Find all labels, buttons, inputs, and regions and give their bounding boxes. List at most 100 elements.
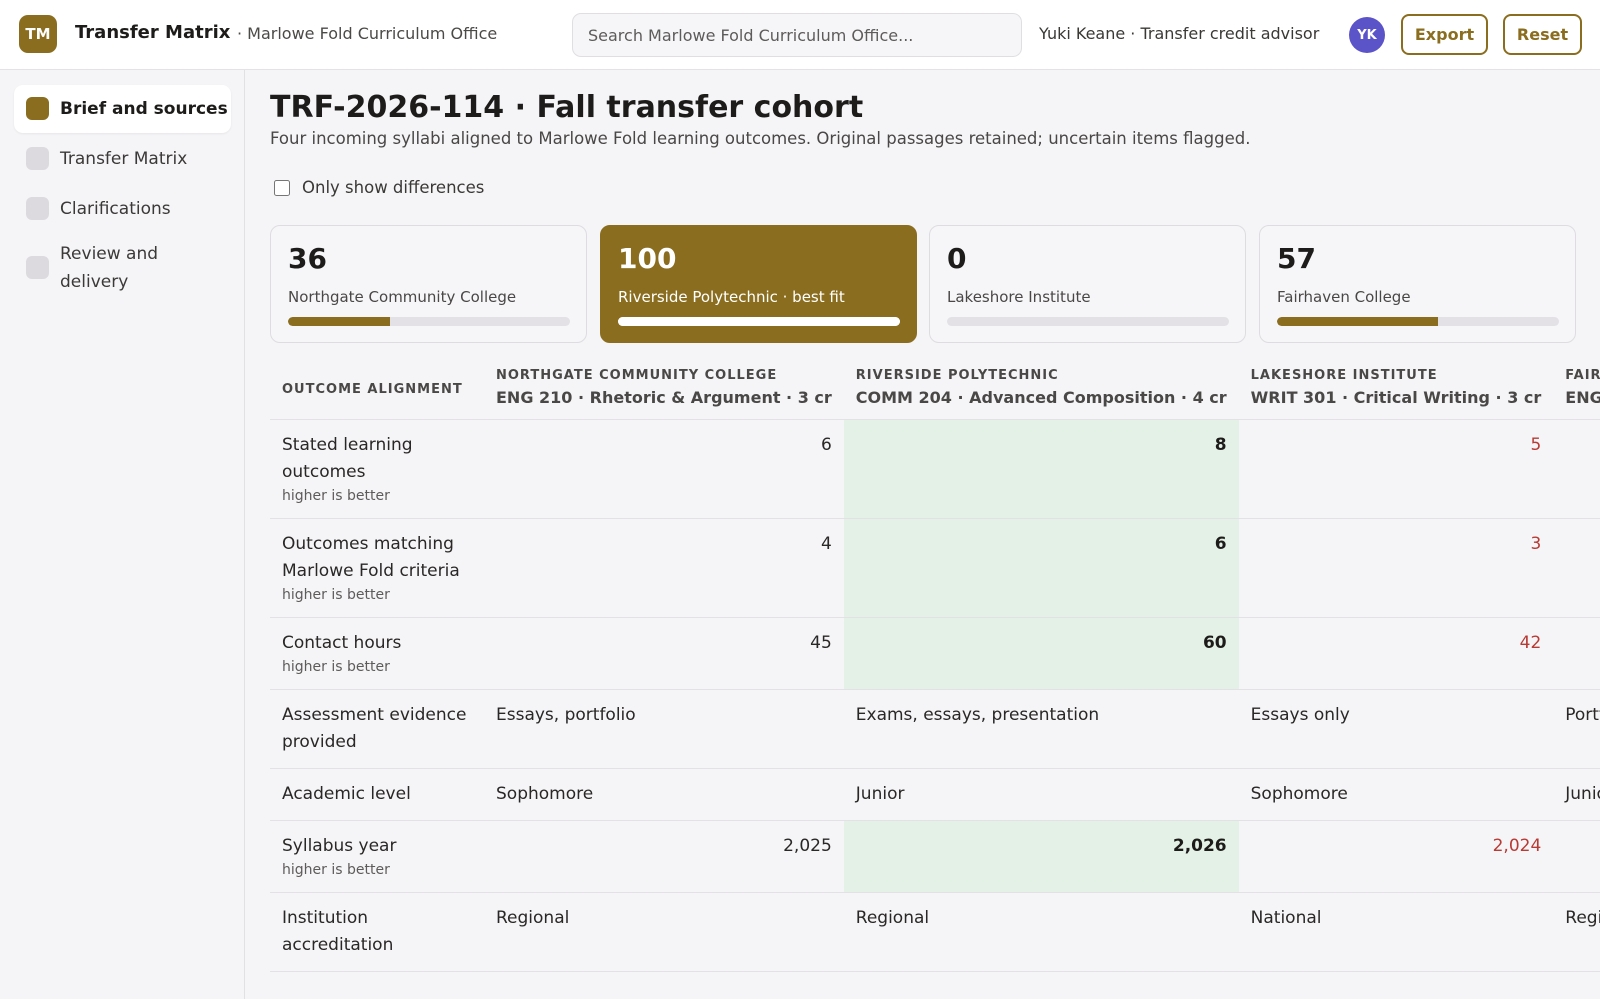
score-bar-fill [618,317,900,326]
sidebar-item-transfer-matrix[interactable]: Transfer Matrix [14,135,231,183]
score-card-best[interactable]: 100 Riverside Polytechnic · best fit [600,225,917,343]
score-card[interactable]: 57 Fairhaven College [1259,225,1576,343]
table-cell: Essays, portfolio [484,689,844,769]
institution-name: RIVERSIDE POLYTECHNIC [855,368,1059,383]
row-label-cell: Stated learning outcomes higher is better [270,419,484,519]
score-card[interactable]: 36 Northgate Community College [270,225,587,343]
table-cell: 45 [484,617,844,690]
table-header-row: OUTCOME ALIGNMENT NORTHGATE COMMUNITY CO… [270,356,1600,420]
table-cell-low: 42 [1238,617,1554,690]
table-row: Assessment evidence provided Essays, por… [270,689,1600,769]
column-header: FAIRH ENGL [1553,356,1600,420]
score-bar-fill [288,317,390,326]
row-header-label: OUTCOME ALIGNMENT [270,356,484,420]
table-cell: Sophomore [1238,768,1554,821]
score-value: 0 [947,242,967,275]
table-cell: Regio [1553,892,1600,972]
table-cell-low: 2,024 [1238,820,1554,893]
table-row: Academic level Sophomore Junior Sophomor… [270,768,1600,821]
table-cell-best: 60 [843,617,1239,690]
score-card[interactable]: 0 Lakeshore Institute [929,225,1246,343]
table-cell: 4 [484,518,844,618]
row-hint: higher is better [282,659,390,675]
course-name: ENGL [1565,388,1600,407]
table-cell [1553,820,1600,893]
column-header: LAKESHORE INSTITUTE WRIT 301 · Critical … [1238,356,1554,420]
search-input[interactable] [572,13,1022,57]
row-hint: higher is better [282,862,390,878]
sidebar-item-brief[interactable]: Brief and sources [14,85,231,133]
column-header: NORTHGATE COMMUNITY COLLEGE ENG 210 · Rh… [484,356,844,420]
row-label-cell: Institution accreditation [270,892,484,972]
step-marker-icon [26,147,49,170]
step-marker-icon [26,97,49,120]
page-subtitle: Four incoming syllabi aligned to Marlowe… [270,129,1251,148]
course-name: ENG 210 · Rhetoric & Argument · 3 cr [496,388,832,407]
table-cell-low: 5 [1238,419,1554,519]
table-cell: Regional [843,892,1239,972]
table-cell-best: 8 [843,419,1239,519]
institution-name: FAIRH [1565,368,1600,383]
score-bar [288,317,570,326]
table-cell [1553,617,1600,690]
table-cell: National [1238,892,1554,972]
table-cell: Exams, essays, presentation [843,689,1239,769]
row-hint: higher is better [282,587,390,603]
table-row: Stated learning outcomes higher is better… [270,419,1600,519]
score-institution: Northgate Community College [288,288,517,306]
table-cell: Regional [484,892,844,972]
row-label-cell: Academic level [270,768,484,821]
page-title: TRF-2026-114 · Fall transfer cohort [270,90,864,125]
institution-name: NORTHGATE COMMUNITY COLLEGE [496,368,778,383]
table-cell [1553,518,1600,618]
only-differences-toggle[interactable]: Only show differences [274,178,484,197]
user-label: Yuki Keane · Transfer credit advisor [1039,24,1320,43]
reset-button[interactable]: Reset [1503,14,1582,55]
main-content: TRF-2026-114 · Fall transfer cohort Four… [246,70,1600,999]
score-value: 100 [618,242,677,275]
score-value: 36 [288,242,327,275]
score-institution: Riverside Polytechnic · best fit [618,288,845,306]
table-cell-best: 6 [843,518,1239,618]
step-marker-icon [26,197,49,220]
sidebar-item-clarifications[interactable]: Clarifications [14,185,231,233]
top-bar: TM Transfer Matrix · Marlowe Fold Curric… [0,0,1600,70]
table-cell: 2,025 [484,820,844,893]
table-row: Contact hours higher is better 45 60 42 [270,617,1600,690]
app-logo: TM [19,15,57,53]
sidebar-item-label: Review and delivery [60,244,159,292]
avatar[interactable]: YK [1349,17,1385,53]
row-label-cell: Contact hours higher is better [270,617,484,690]
table-cell: Portfc [1553,689,1600,769]
sidebar-item-review[interactable]: Review and delivery [14,235,231,301]
step-marker-icon [26,256,49,279]
row-label-cell: Syllabus year higher is better [270,820,484,893]
export-button[interactable]: Export [1401,14,1488,55]
table-row: Institution accreditation Regional Regio… [270,892,1600,972]
score-institution: Lakeshore Institute [947,288,1091,306]
table-row: Syllabus year higher is better 2,025 2,02… [270,820,1600,893]
sidebar-item-label: Clarifications [60,199,171,219]
table-cell-best: 2,026 [843,820,1239,893]
course-name: COMM 204 · Advanced Composition · 4 cr [855,388,1227,407]
row-label-cell: Outcomes matching Marlowe Fold criteria h… [270,518,484,618]
table-cell [1553,419,1600,519]
row-label-cell: Assessment evidence provided [270,689,484,769]
score-bar-fill [1277,317,1438,326]
org-name: · Marlowe Fold Curriculum Office [237,24,498,43]
app-title: Transfer Matrix [75,22,231,43]
score-institution: Fairhaven College [1277,288,1411,306]
table-cell: Junior [843,768,1239,821]
table-cell-low: 3 [1238,518,1554,618]
table-row: Outcomes matching Marlowe Fold criteria h… [270,518,1600,618]
institution-name: LAKESHORE INSTITUTE [1250,368,1438,383]
table-cell: Junio [1553,768,1600,821]
table-cell: Sophomore [484,768,844,821]
score-bar [618,317,900,326]
sidebar: Brief and sources Transfer Matrix Clarif… [0,70,245,999]
score-bar [1277,317,1559,326]
sidebar-item-label: Transfer Matrix [60,149,188,169]
column-header: RIVERSIDE POLYTECHNIC COMM 204 · Advance… [843,356,1239,420]
only-differences-checkbox[interactable] [274,179,290,196]
transfer-matrix-table: OUTCOME ALIGNMENT NORTHGATE COMMUNITY CO… [270,356,1600,972]
